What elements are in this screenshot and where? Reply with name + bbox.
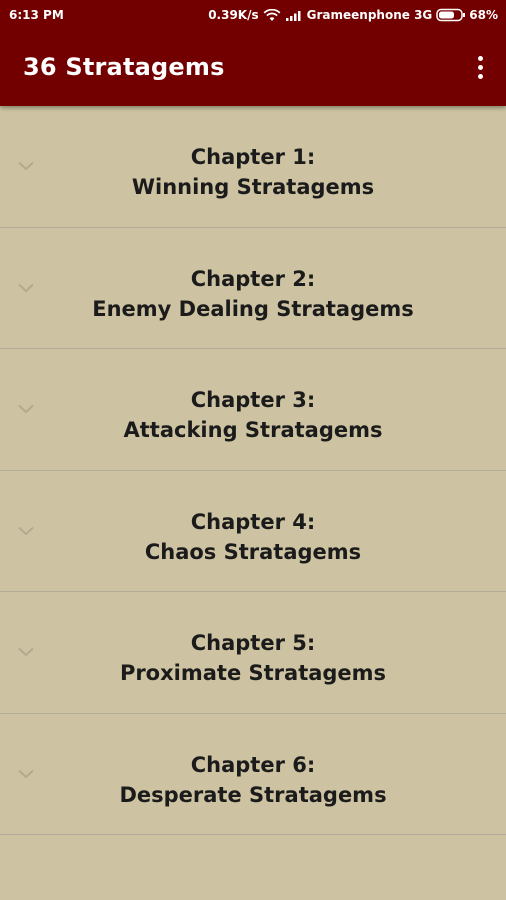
app-title: 36 Stratagems: [23, 53, 225, 81]
chapter-heading: Chapter 3:: [190, 388, 316, 412]
network-speed: 0.39K/s: [208, 8, 259, 22]
chapter-heading: Chapter 6:: [190, 752, 316, 777]
chapter-title: Proximate Stratagems: [119, 661, 387, 685]
status-indicators: 0.39K/s Grameenphone 3G 68%: [208, 8, 498, 22]
chapter-label: Chapter 6: Desperate Stratagems: [0, 750, 506, 810]
status-bar: 6:13 PM 0.39K/s Grameenphone 3G 68%: [0, 0, 506, 32]
more-options-button[interactable]: [468, 50, 492, 84]
chapter-title: Desperate Stratagems: [119, 782, 387, 807]
chapter-title: Attacking Stratagems: [123, 418, 383, 442]
chapter-label: Chapter 4: Chaos Stratagems: [0, 507, 506, 567]
more-vert-icon: [477, 55, 483, 79]
chapter-heading: Chapter 1:: [190, 145, 316, 169]
chapter-label: Chapter 1: Winning Stratagems: [0, 142, 506, 202]
chapter-item-5[interactable]: Chapter 5: Proximate Stratagems: [0, 592, 506, 714]
chapter-list: Chapter 1: Winning Stratagems Chapter 2:…: [0, 106, 506, 835]
chapter-heading: Chapter 2:: [190, 266, 316, 291]
chapter-item-3[interactable]: Chapter 3: Attacking Stratagems: [0, 349, 506, 471]
battery-level: 68%: [469, 8, 498, 22]
chapter-item-2[interactable]: Chapter 2: Enemy Dealing Stratagems: [0, 228, 506, 349]
chapter-title: Enemy Dealing Stratagems: [92, 296, 414, 321]
chapter-heading: Chapter 5:: [190, 631, 316, 655]
chapter-item-1[interactable]: Chapter 1: Winning Stratagems: [0, 106, 506, 228]
signal-icon: [285, 9, 303, 21]
chapter-label: Chapter 2: Enemy Dealing Stratagems: [0, 264, 506, 324]
chapter-title: Chaos Stratagems: [144, 539, 362, 564]
wifi-icon: [263, 8, 281, 22]
chapter-title: Winning Stratagems: [131, 175, 375, 199]
chapter-item-4[interactable]: Chapter 4: Chaos Stratagems: [0, 471, 506, 592]
battery-icon: [436, 8, 466, 22]
chapter-item-6[interactable]: Chapter 6: Desperate Stratagems: [0, 714, 506, 835]
carrier-name: Grameenphone 3G: [306, 8, 433, 22]
chapter-heading: Chapter 4:: [190, 509, 316, 534]
app-bar: 6:13 PM 0.39K/s Grameenphone 3G 68% 36 S…: [0, 0, 506, 106]
battery-indicator: 68%: [436, 8, 498, 22]
chapter-label: Chapter 5: Proximate Stratagems: [0, 628, 506, 688]
chapter-label: Chapter 3: Attacking Stratagems: [0, 385, 506, 445]
status-time: 6:13 PM: [9, 8, 64, 22]
